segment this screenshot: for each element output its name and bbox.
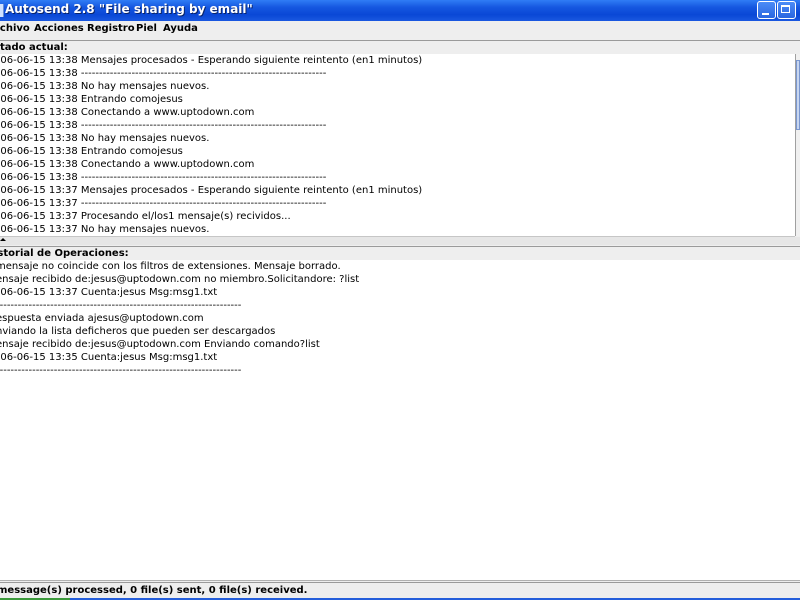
estado-log-line: 006-06-15 13:38 Mensajes procesados - Es… [0, 55, 423, 66]
estado-log-line: 006-06-15 13:38 No hay mensajes nuevos. [0, 81, 210, 92]
split-pane-divider[interactable] [0, 237, 800, 245]
maximize-button[interactable] [777, 1, 796, 19]
estado-log-line: 006-06-15 13:38 Entrando comojesus [0, 94, 183, 105]
estado-log-line: 006-06-15 13:38 ------------------------… [0, 120, 327, 131]
estado-log-line: 006-06-15 13:37 No hay mensajes nuevos. [0, 224, 210, 235]
estado-log-pane[interactable]: 006-06-15 13:38 Mensajes procesados - Es… [0, 54, 795, 237]
maximize-icon [781, 5, 790, 13]
minimize-icon [762, 13, 769, 15]
estado-log-line: 006-06-15 13:38 ------------------------… [0, 172, 327, 183]
menu-archivo[interactable]: rchivo [0, 23, 30, 34]
historial-log-line: ----------------------------------------… [0, 365, 242, 376]
estado-log-line: 006-06-15 13:38 Entrando comojesus [0, 146, 183, 157]
title-bar[interactable]: Autosend 2.8 "File sharing by email" [0, 0, 800, 21]
app-icon[interactable] [0, 4, 4, 17]
menu-bar: rchivo Acciones Registro Piel Ayuda [0, 21, 800, 39]
estado-scrollbar[interactable] [795, 54, 800, 236]
estado-log-line: 006-06-15 13:38 No hay mensajes nuevos. [0, 133, 210, 144]
historial-log-line: 006-06-15 13:35 Cuenta:jesus Msg:msg1.tx… [0, 352, 218, 363]
historial-log-line: mensaje no coincide con los filtros de e… [0, 261, 341, 272]
historial-log-line: ----------------------------------------… [0, 300, 242, 311]
estado-actual-header: stado actual: [0, 40, 800, 54]
window-title: Autosend 2.8 "File sharing by email" [5, 2, 253, 16]
arrow-up-icon[interactable] [0, 238, 6, 241]
historial-log-line: nviando la lista deficheros que pueden s… [0, 326, 276, 337]
status-bar: message(s) processed, 0 file(s) sent, 0 … [0, 582, 800, 599]
estado-actual-label: stado actual: [0, 42, 68, 53]
menu-acciones[interactable]: Acciones [34, 23, 84, 34]
historial-log-line: ensaje recibido de:jesus@uptodown.com En… [0, 339, 320, 350]
minimize-button[interactable] [757, 1, 776, 19]
estado-scrollbar-thumb[interactable] [796, 60, 800, 130]
estado-log-line: 006-06-15 13:38 ------------------------… [0, 68, 327, 79]
historial-label: istorial de Operaciones: [0, 248, 129, 259]
historial-log-line: ensaje recibido de:jesus@uptodown.com no… [0, 274, 360, 285]
menu-piel[interactable]: Piel [136, 23, 157, 34]
status-text: message(s) processed, 0 file(s) sent, 0 … [0, 585, 308, 596]
historial-log-pane[interactable]: mensaje no coincide con los filtros de e… [0, 260, 800, 581]
estado-log-line: 006-06-15 13:37 Procesando el/los1 mensa… [0, 211, 291, 222]
estado-log-line: 006-06-15 13:37 ------------------------… [0, 198, 327, 209]
historial-log-line: espuesta enviada ajesus@uptodown.com [0, 313, 204, 324]
historial-log-line: 006-06-15 13:37 Cuenta:jesus Msg:msg1.tx… [0, 287, 218, 298]
menu-ayuda[interactable]: Ayuda [163, 23, 198, 34]
estado-log-line: 006-06-15 13:38 Conectando a www.uptodow… [0, 159, 255, 170]
estado-log-line: 006-06-15 13:38 Conectando a www.uptodow… [0, 107, 255, 118]
estado-log-line: 006-06-15 13:37 Mensajes procesados - Es… [0, 185, 423, 196]
historial-header: istorial de Operaciones: [0, 246, 800, 260]
menu-registro[interactable]: Registro [87, 23, 135, 34]
